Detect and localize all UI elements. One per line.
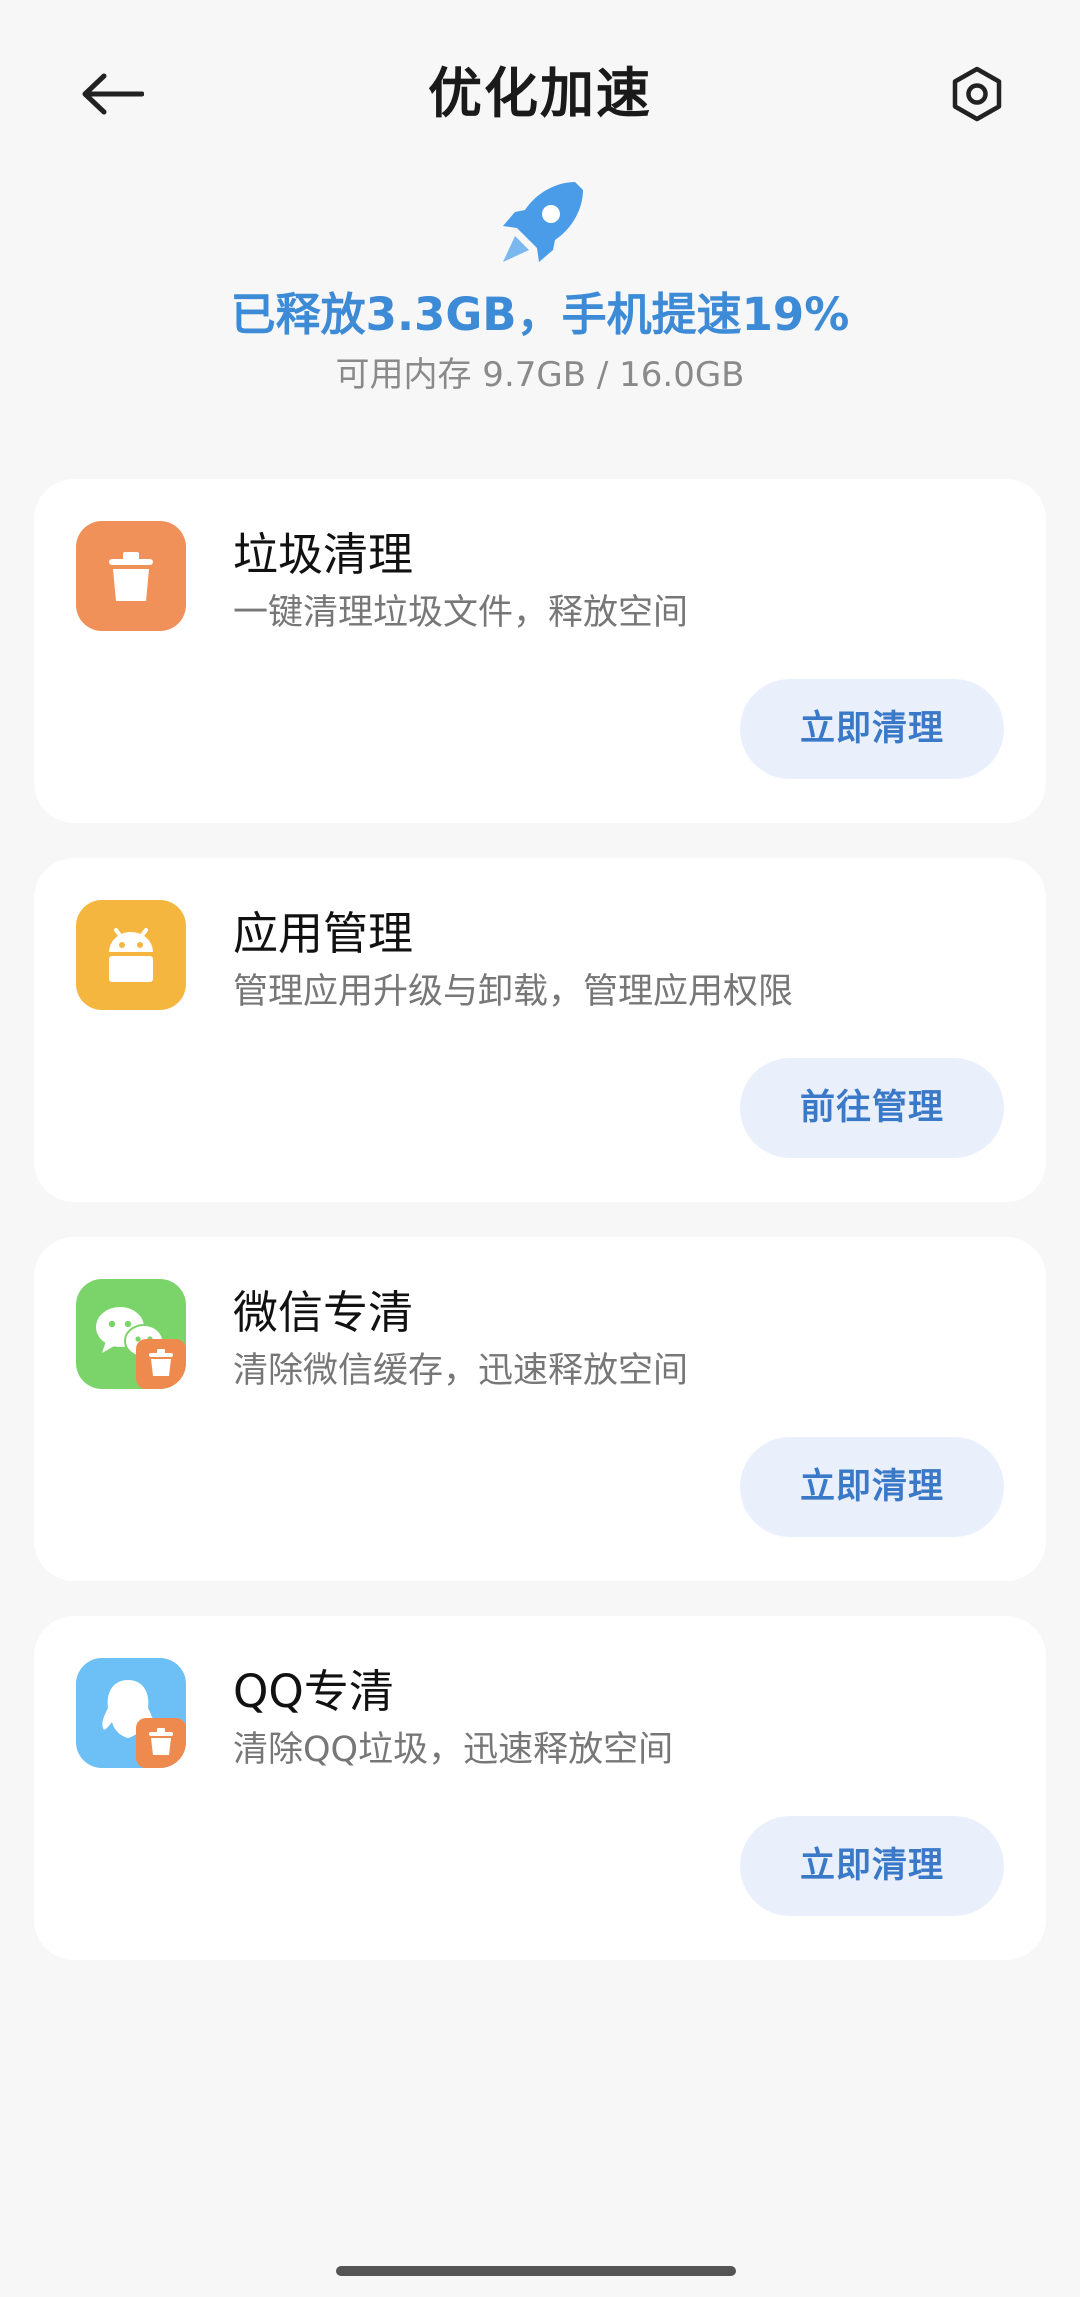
card-title: 微信专清 <box>233 1286 414 1339</box>
top-bar: 优化加速 <box>0 0 1080 180</box>
settings-button[interactable] <box>935 52 1019 136</box>
page-title: 优化加速 <box>428 62 652 125</box>
clean-now-button[interactable]: 立即清理 <box>740 679 1004 779</box>
card-description: 管理应用升级与卸载，管理应用权限 <box>233 972 794 1012</box>
card-app-management: 应用管理 管理应用升级与卸载，管理应用权限 前往管理 <box>34 858 1046 1202</box>
card-wechat-clean: 微信专清 清除微信缓存，迅速释放空间 立即清理 <box>34 1237 1046 1581</box>
manage-button[interactable]: 前往管理 <box>740 1058 1004 1158</box>
clean-now-button[interactable]: 立即清理 <box>740 1816 1004 1916</box>
trash-can-icon <box>76 521 186 631</box>
card-title: 垃圾清理 <box>233 528 414 581</box>
clean-now-button[interactable]: 立即清理 <box>740 1437 1004 1537</box>
qq-clean-icon <box>76 1658 186 1768</box>
card-description: 一键清理垃圾文件，释放空间 <box>233 593 689 633</box>
card-title: QQ专清 <box>233 1665 394 1718</box>
card-junk-clean: 垃圾清理 一键清理垃圾文件，释放空间 立即清理 <box>34 479 1046 823</box>
rocket-icon <box>503 182 583 262</box>
wechat-clean-icon <box>76 1279 186 1389</box>
gear-icon <box>952 66 1002 122</box>
memory-status: 可用内存 9.7GB / 16.0GB <box>335 355 745 395</box>
card-description: 清除微信缓存，迅速释放空间 <box>233 1351 689 1391</box>
card-description: 清除QQ垃圾，迅速释放空间 <box>233 1730 674 1770</box>
android-box-icon <box>76 900 186 1010</box>
card-title: 应用管理 <box>233 907 414 960</box>
card-qq-clean: QQ专清 清除QQ垃圾，迅速释放空间 立即清理 <box>34 1616 1046 1960</box>
home-indicator[interactable] <box>336 2266 736 2276</box>
